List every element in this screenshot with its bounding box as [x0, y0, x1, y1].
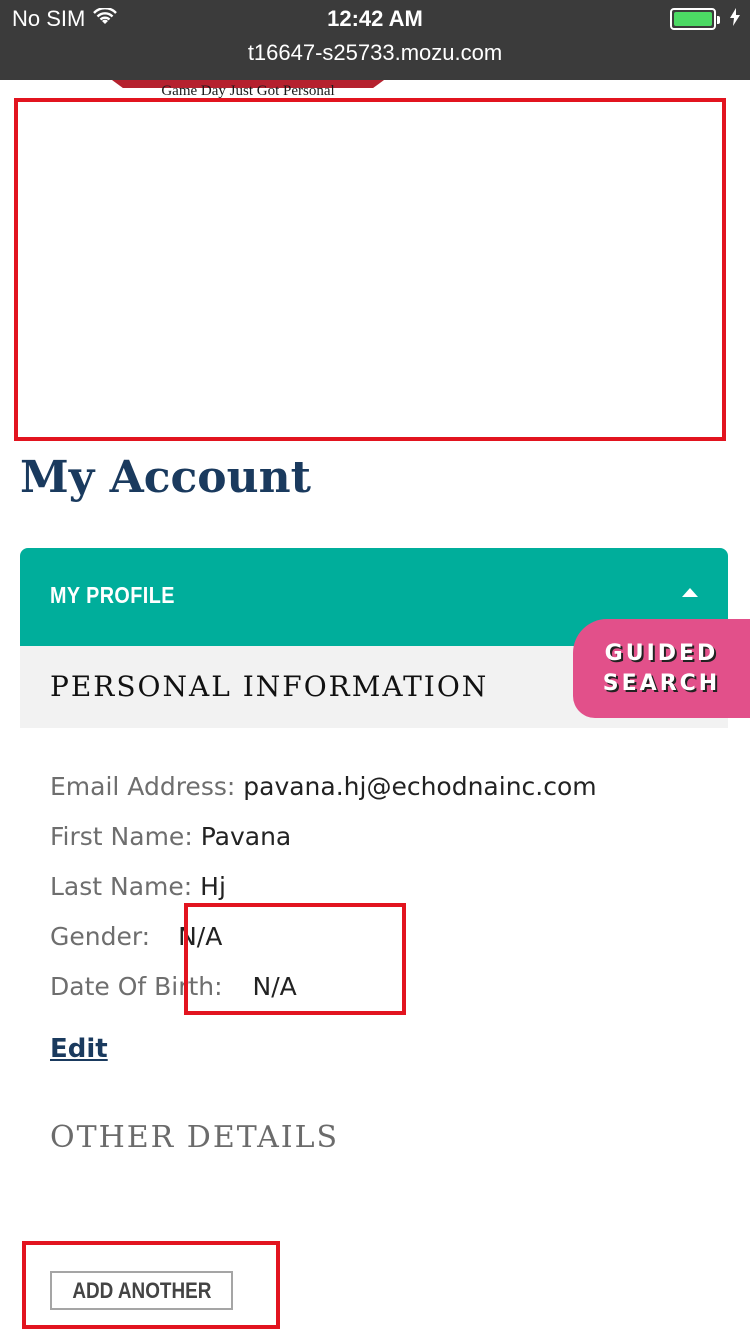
page-title: My Account: [20, 452, 311, 503]
my-profile-label: MY PROFILE: [50, 582, 175, 608]
edit-profile-link[interactable]: Edit: [50, 1034, 108, 1064]
email-value: pavana.hj@echodnainc.com: [243, 772, 597, 801]
email-label: Email Address:: [50, 772, 236, 801]
battery-icon: [670, 8, 720, 30]
first-name-value: Pavana: [200, 822, 292, 851]
other-details-title: OTHER DETAILS: [50, 1120, 340, 1155]
first-name-label: First Name:: [50, 822, 193, 851]
address-bar-url[interactable]: t16647-s25733.mozu.com: [0, 40, 750, 66]
email-row: Email Address: pavana.hj@echodnainc.com: [50, 772, 597, 812]
guided-search-line1: GUIDED: [604, 640, 719, 666]
caret-up-icon: [682, 588, 698, 597]
guided-search-line2: SEARCH: [602, 670, 721, 696]
highlight-empty-banner: [14, 98, 726, 441]
charging-icon: [730, 8, 740, 30]
highlight-na-values: [184, 903, 406, 1015]
status-bar: No SIM 12:42 AM t16647-s25733.mozu.com: [0, 0, 750, 80]
gender-label: Gender:: [50, 922, 151, 951]
personal-information-title: PERSONAL INFORMATION: [50, 670, 489, 703]
add-another-button[interactable]: ADD ANOTHER: [50, 1271, 233, 1310]
last-name-value: Hj: [200, 872, 226, 901]
guided-search-button[interactable]: GUIDED SEARCH: [573, 619, 750, 718]
clock: 12:42 AM: [327, 6, 423, 31]
first-name-row: First Name: Pavana: [50, 822, 291, 862]
last-name-label: Last Name:: [50, 872, 193, 901]
battery-level: [674, 12, 712, 26]
add-another-label: ADD ANOTHER: [71, 1277, 212, 1303]
battery-status: [670, 8, 740, 30]
